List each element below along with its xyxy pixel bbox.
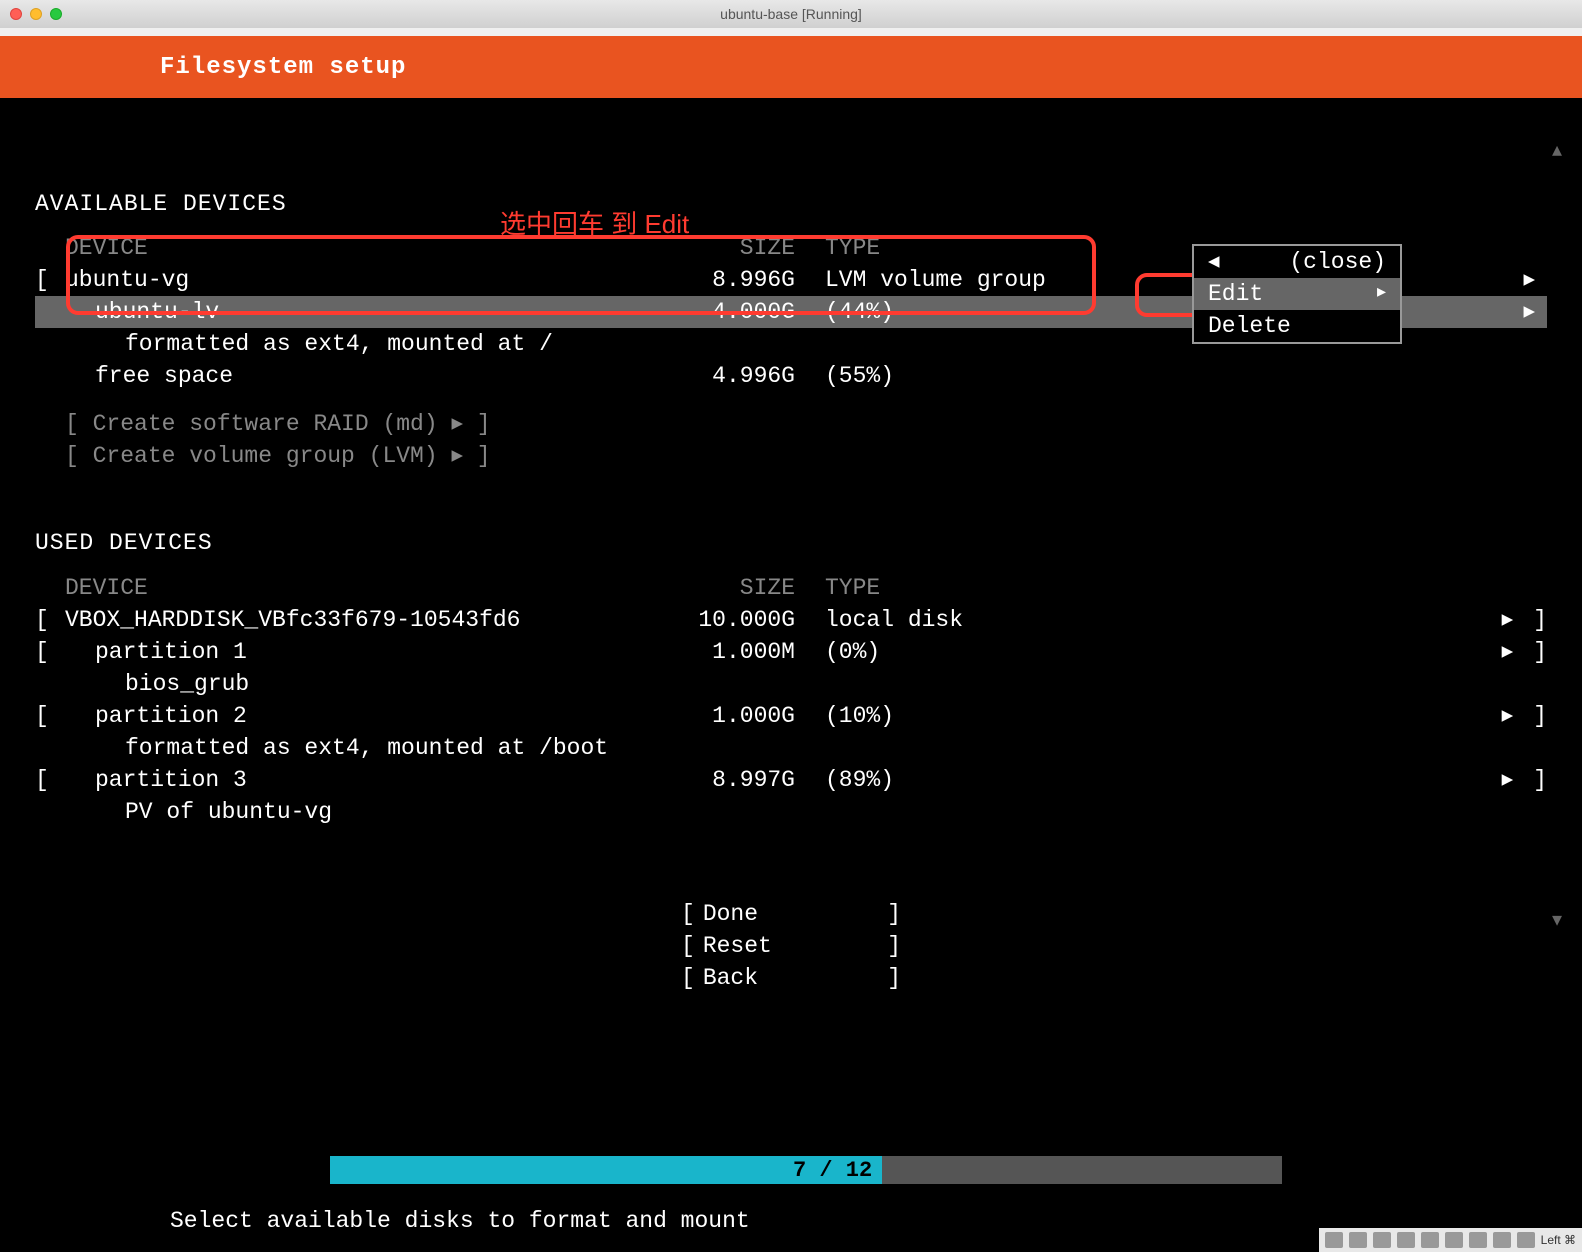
cpu-icon: [1493, 1232, 1511, 1248]
shared-folder-icon: [1421, 1232, 1439, 1248]
col-device-label: DEVICE: [65, 572, 665, 604]
device-name: VBOX_HARDDISK_VBfc33f679-10543fd6: [65, 604, 665, 636]
footer-buttons: [ Done ] [ Reset ] [ Back ]: [35, 898, 1547, 994]
scroll-down-icon: ▾: [1552, 908, 1562, 936]
bracket-icon: [: [35, 636, 65, 668]
device-size: 8.996G: [665, 264, 795, 296]
expand-arrow-icon: ▸: [1502, 636, 1526, 668]
device-row-partition3[interactable]: [ partition 3 8.997G (89%) ▸ ]: [35, 764, 1547, 796]
content-area: ▴ ▾ 选中回车 到 Edit AVAILABLE DEVICES DEVICE…: [0, 98, 1582, 994]
menu-close-button[interactable]: (close): [1194, 246, 1400, 278]
device-type: (44%) ▸: [795, 296, 1547, 328]
scroll-up-icon: ▴: [1552, 138, 1562, 166]
bracket-icon: ]: [1525, 604, 1547, 636]
device-detail: formatted as ext4, mounted at /boot: [65, 732, 665, 764]
device-size: 4.996G: [665, 360, 795, 392]
device-row-partition1[interactable]: [ partition 1 1.000M (0%) ▸ ]: [35, 636, 1547, 668]
device-name: partition 1: [65, 636, 665, 668]
device-size: 1.000M: [665, 636, 795, 668]
device-detail-row: formatted as ext4, mounted at /boot: [35, 732, 1547, 764]
display-icon: [1445, 1232, 1463, 1248]
progress-label: 7 / 12: [330, 1156, 882, 1184]
progress-bar: 7 / 12: [330, 1156, 1282, 1184]
minimize-window-icon[interactable]: [30, 8, 42, 20]
recording-icon: [1469, 1232, 1487, 1248]
reset-button[interactable]: [ Reset ]: [681, 930, 901, 962]
progress-empty: [882, 1156, 1282, 1184]
device-size: 1.000G: [665, 700, 795, 732]
device-row-free-space[interactable]: free space 4.996G (55%): [35, 360, 1547, 392]
window-title: ubuntu-base [Running]: [720, 6, 862, 22]
create-lvm-button[interactable]: [ Create volume group (LVM) ▸ ]: [35, 440, 1547, 472]
device-name: free space: [65, 360, 665, 392]
device-type: LVM volume group ▸: [795, 264, 1547, 296]
optical-icon: [1349, 1232, 1367, 1248]
device-name: ubuntu-lv: [65, 296, 665, 328]
device-row-vbox-harddisk[interactable]: [ VBOX_HARDDISK_VBfc33f679-10543fd6 10.0…: [35, 604, 1547, 636]
bracket-icon: [: [35, 700, 65, 732]
expand-arrow-icon: ▸: [1523, 264, 1547, 296]
device-type: (10%) ▸: [795, 700, 1525, 732]
used-devices-title: USED DEVICES: [35, 527, 1547, 559]
done-button[interactable]: [ Done ]: [681, 898, 901, 930]
usb-icon: [1397, 1232, 1415, 1248]
expand-arrow-icon: ▸: [1502, 764, 1526, 796]
traffic-lights: [10, 8, 62, 20]
device-detail-row: PV of ubuntu-vg: [35, 796, 1547, 828]
device-size: 4.000G: [665, 296, 795, 328]
device-row-partition2[interactable]: [ partition 2 1.000G (10%) ▸ ]: [35, 700, 1547, 732]
mac-titlebar: ubuntu-base [Running]: [0, 0, 1582, 28]
host-key-label: Left ⌘: [1541, 1233, 1576, 1247]
bracket-icon: ]: [1525, 636, 1547, 668]
device-name: partition 3: [65, 764, 665, 796]
network-icon: [1373, 1232, 1391, 1248]
bracket-icon: [: [35, 764, 65, 796]
bracket-icon: ]: [1525, 764, 1547, 796]
col-size-label: SIZE: [665, 572, 795, 604]
device-name: ubuntu-vg: [65, 264, 665, 296]
menu-edit-button[interactable]: Edit ▸: [1194, 278, 1400, 310]
device-name: partition 2: [65, 700, 665, 732]
device-size: 10.000G: [665, 604, 795, 636]
close-window-icon[interactable]: [10, 8, 22, 20]
expand-arrow-icon: ▸: [1523, 296, 1547, 328]
hdd-icon: [1325, 1232, 1343, 1248]
device-detail: bios_grub: [65, 668, 665, 700]
bracket-icon: ]: [1525, 700, 1547, 732]
available-devices-title: AVAILABLE DEVICES: [35, 188, 1547, 220]
bracket-icon: [: [35, 264, 65, 296]
page-title: Filesystem setup: [160, 54, 406, 81]
device-detail: PV of ubuntu-vg: [65, 796, 665, 828]
device-type: (55%): [795, 360, 1547, 392]
bracket-icon: [: [35, 604, 65, 636]
col-type-label: TYPE: [795, 572, 1547, 604]
expand-arrow-icon: ▸: [1502, 700, 1526, 732]
vm-window: Filesystem setup ▴ ▾ 选中回车 到 Edit AVAILAB…: [0, 36, 1582, 1252]
used-columns-header: DEVICE SIZE TYPE: [35, 572, 1547, 604]
context-menu: (close) Edit ▸ Delete: [1192, 244, 1402, 344]
hint-text: Select available disks to format and mou…: [170, 1208, 750, 1234]
header-bar: Filesystem setup: [0, 36, 1582, 98]
back-button[interactable]: [ Back ]: [681, 962, 901, 994]
device-type: local disk ▸: [795, 604, 1525, 636]
menu-delete-button[interactable]: Delete: [1194, 310, 1400, 342]
maximize-window-icon[interactable]: [50, 8, 62, 20]
annotation-text: 选中回车 到 Edit: [500, 206, 689, 242]
keyboard-capture-icon: [1517, 1232, 1535, 1248]
device-size: 8.997G: [665, 764, 795, 796]
expand-arrow-icon: ▸: [1502, 604, 1526, 636]
device-detail: formatted as ext4, mounted at /: [65, 328, 665, 360]
col-type-label: TYPE: [795, 232, 1547, 264]
create-raid-button[interactable]: [ Create software RAID (md) ▸ ]: [35, 408, 1547, 440]
vm-status-bar: Left ⌘: [1319, 1228, 1582, 1252]
device-type: (0%) ▸: [795, 636, 1525, 668]
device-type: (89%) ▸: [795, 764, 1525, 796]
submenu-arrow-icon: ▸: [1377, 281, 1386, 306]
device-detail-row: bios_grub: [35, 668, 1547, 700]
